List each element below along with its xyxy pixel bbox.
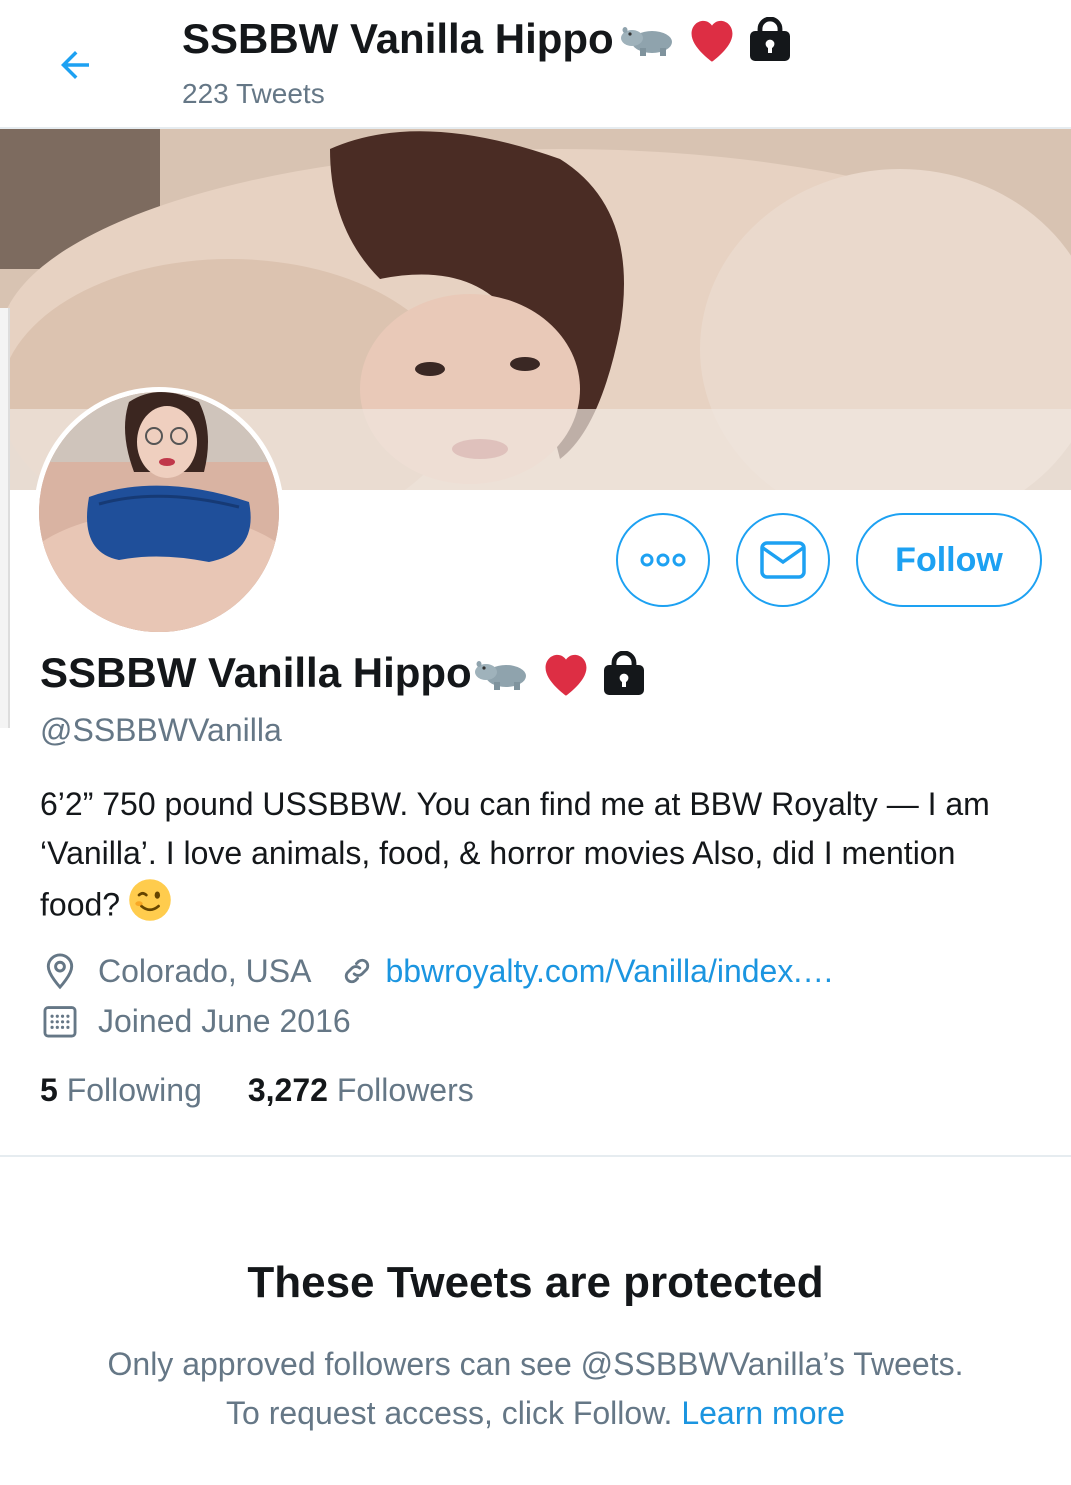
lock-icon	[749, 17, 790, 61]
back-arrow-icon	[61, 51, 89, 79]
hippo-icon	[620, 27, 672, 56]
protected-line-2-wrap: To request access, click Follow. Learn m…	[0, 1389, 1071, 1438]
profile-name: SSBBW Vanilla Hippo	[40, 648, 648, 698]
heart-icon	[545, 654, 587, 696]
scroll-edge	[0, 308, 10, 728]
profile-joined-row: Joined June 2016	[40, 1001, 351, 1041]
avatar-photo	[39, 392, 279, 632]
protected-line-2: To request access, click Follow.	[226, 1395, 673, 1431]
calendar-icon	[40, 1001, 80, 1041]
following-link[interactable]: 5 Following	[40, 1072, 202, 1109]
following-label: Following	[66, 1072, 202, 1108]
follow-button[interactable]: Follow	[856, 513, 1042, 607]
header-name: SSBBW Vanilla Hippo	[182, 15, 614, 62]
header-title: SSBBW Vanilla Hippo	[182, 14, 794, 64]
followers-label: Followers	[336, 1072, 474, 1108]
profile-location: Colorado, USA	[98, 952, 312, 989]
heart-icon	[691, 20, 733, 62]
winking-face-icon	[128, 878, 172, 936]
profile-bio: 6’2” 750 pound USSBBW. You can find me a…	[40, 780, 1040, 936]
profile-meta-row: Colorado, USA bbwroyalty.com/Vanilla/ind…	[40, 951, 834, 991]
profile-avatar[interactable]	[34, 387, 284, 637]
followers-link[interactable]: 3,272 Followers	[248, 1072, 474, 1109]
link-icon	[337, 951, 377, 991]
envelope-icon	[760, 541, 806, 579]
learn-more-link[interactable]: Learn more	[681, 1395, 845, 1431]
profile-name-text: SSBBW Vanilla Hippo	[40, 649, 472, 696]
protected-title: These Tweets are protected	[247, 1258, 824, 1307]
followers-count: 3,272	[247, 1072, 328, 1108]
back-button[interactable]	[52, 42, 98, 88]
profile-website-link[interactable]: bbwroyalty.com/Vanilla/index.…	[385, 953, 834, 990]
more-options-button[interactable]	[616, 513, 710, 607]
bio-text: 6’2” 750 pound USSBBW. You can find me a…	[40, 786, 990, 923]
profile-handle: @SSBBWVanilla	[40, 712, 282, 748]
profile-joined: Joined June 2016	[98, 1002, 351, 1039]
divider	[0, 1155, 1071, 1157]
profile-name-emojis	[474, 648, 648, 698]
follow-stats: 5 Following 3,272 Followers	[40, 1072, 474, 1109]
tweet-count: 223 Tweets	[182, 78, 325, 109]
top-bar: SSBBW Vanilla Hippo 223 Tweets	[0, 0, 1071, 129]
message-button[interactable]	[736, 513, 830, 607]
more-icon	[640, 553, 686, 567]
hippo-icon	[474, 661, 526, 690]
protected-line-1: Only approved followers can see @SSBBWVa…	[107, 1346, 964, 1382]
lock-icon	[603, 651, 644, 695]
name-emojis	[620, 14, 794, 64]
location-pin-icon	[40, 951, 80, 991]
protected-message: Only approved followers can see @SSBBWVa…	[0, 1340, 1071, 1438]
avatar-image	[39, 392, 279, 632]
following-count: 5	[40, 1072, 58, 1108]
